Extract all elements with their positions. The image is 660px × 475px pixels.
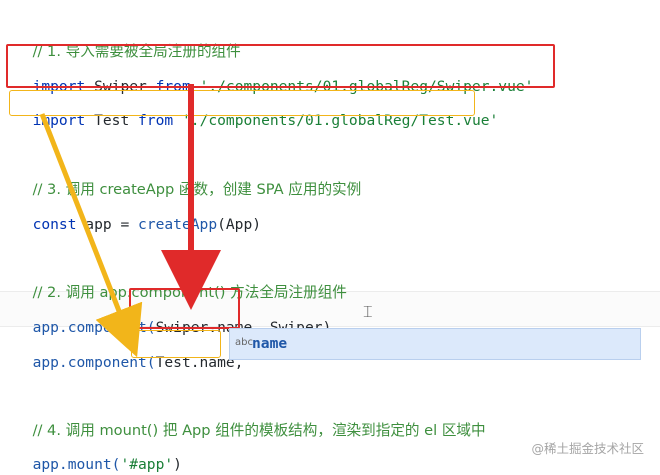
watermark: @稀土掘金技术社区 xyxy=(531,441,644,456)
yellow-arrow xyxy=(39,113,143,358)
annotation-arrows xyxy=(39,84,221,358)
